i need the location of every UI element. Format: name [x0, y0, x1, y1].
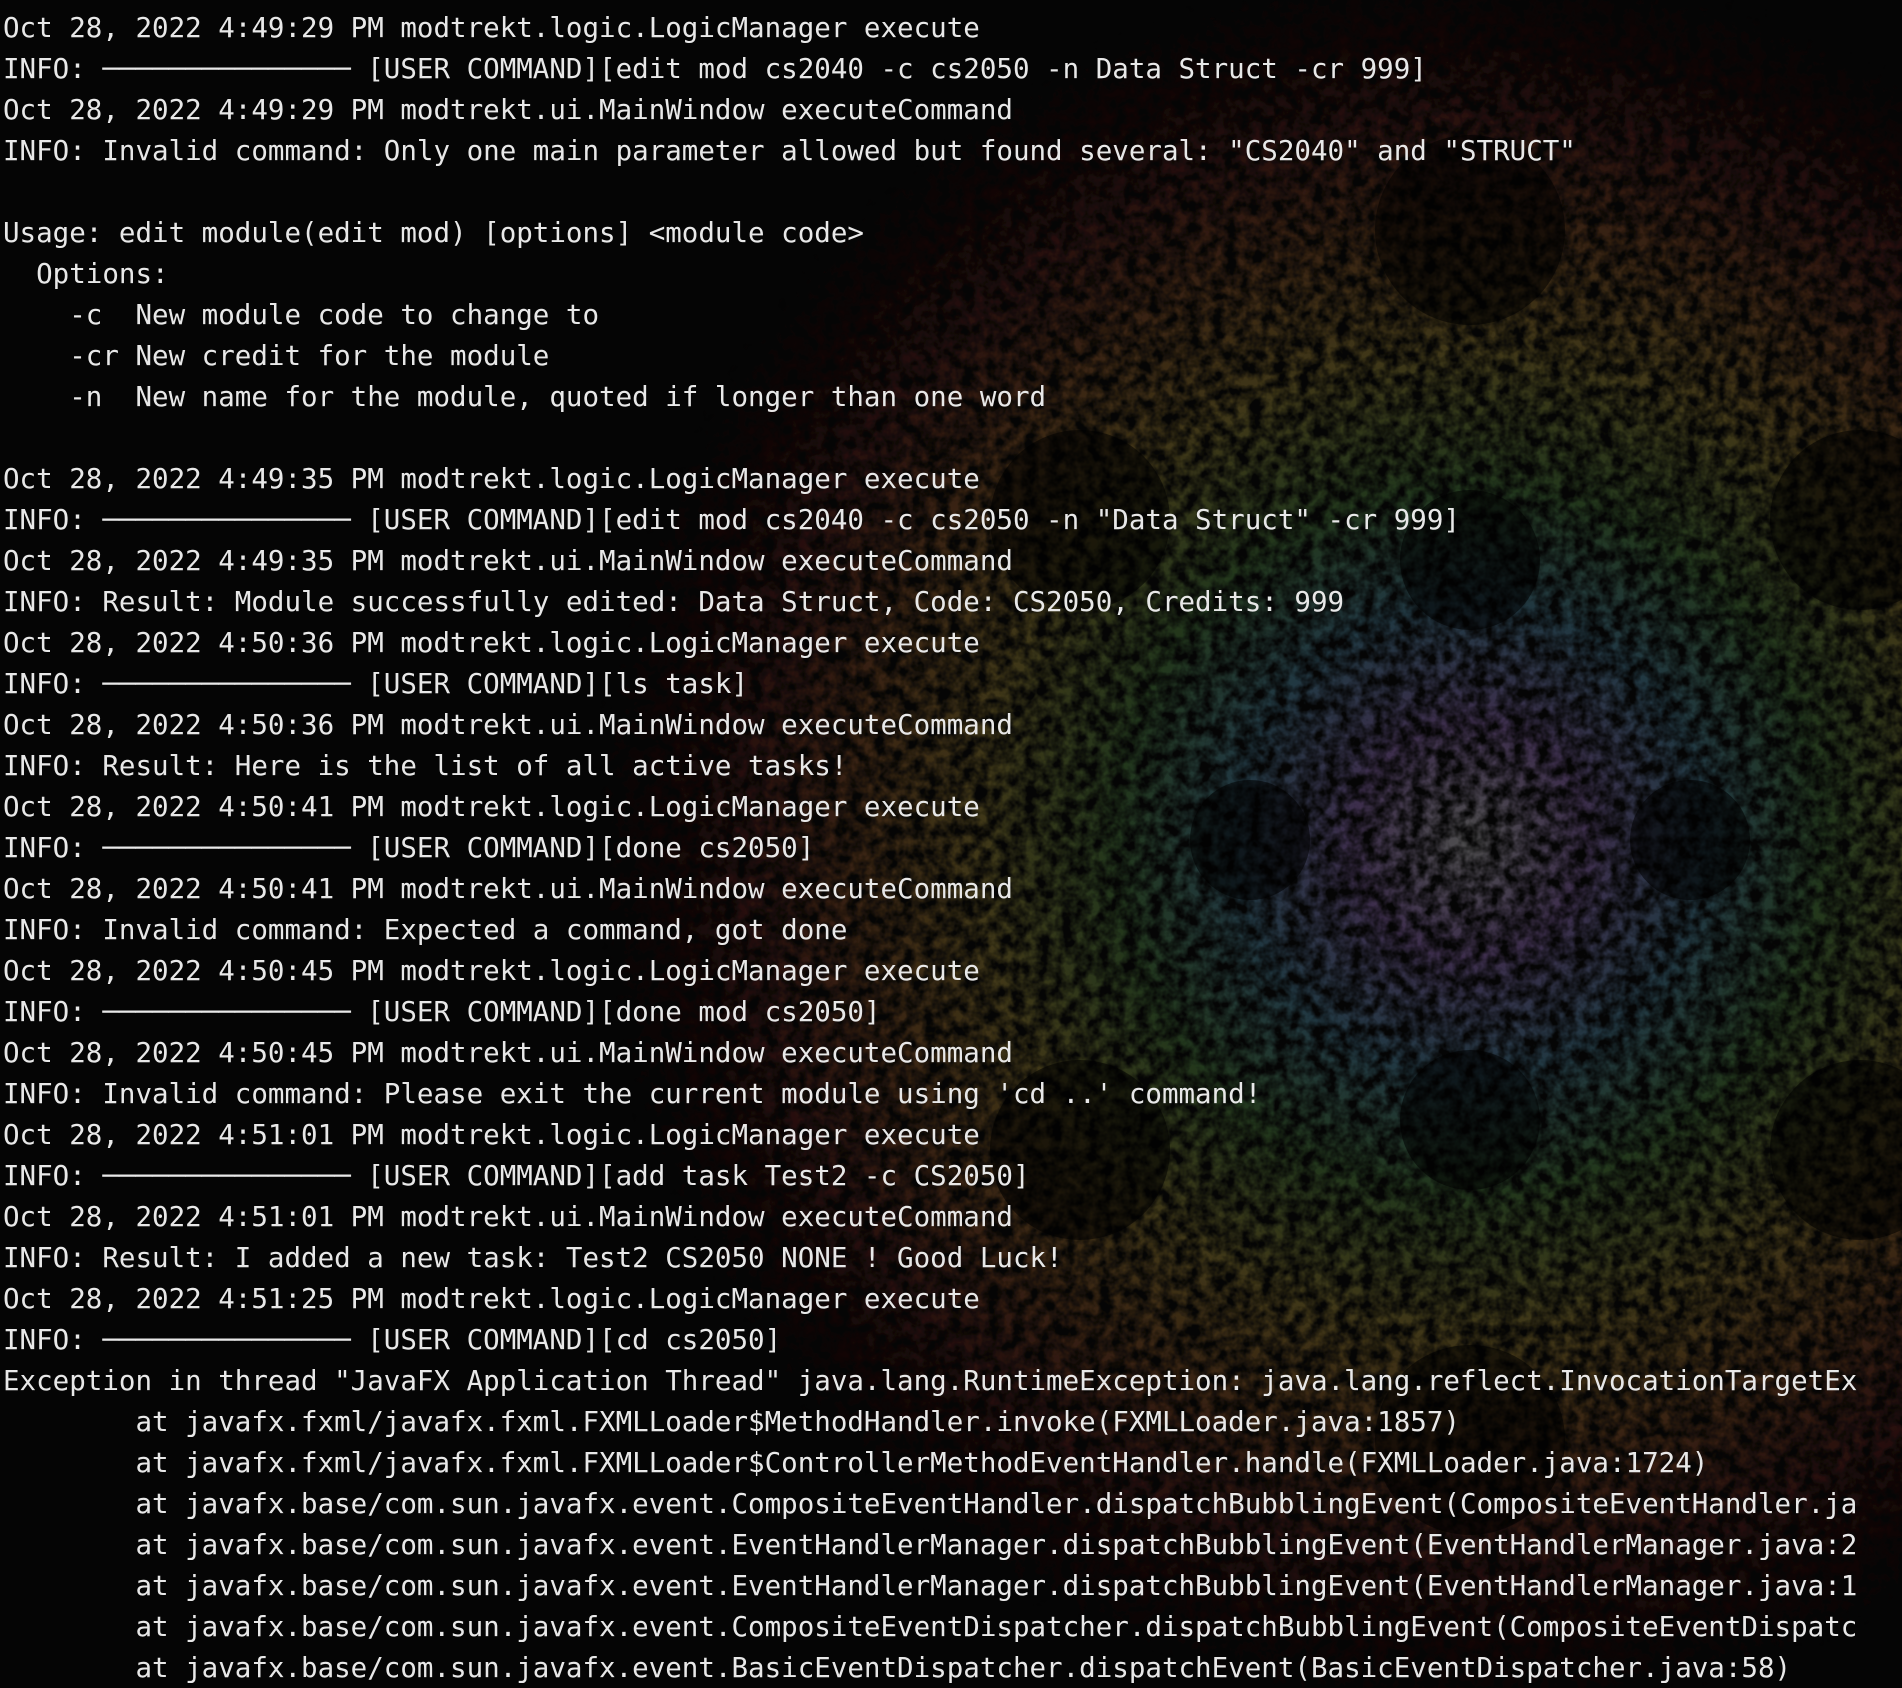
log-output[interactable]: Oct 28, 2022 4:49:29 PM modtrekt.logic.L…: [3, 8, 1902, 1688]
log-line: -cr New credit for the module: [3, 340, 550, 372]
log-line: Oct 28, 2022 4:50:36 PM modtrekt.ui.Main…: [3, 709, 1013, 741]
log-line: at javafx.base/com.sun.javafx.event.Even…: [3, 1570, 1858, 1602]
log-line: Oct 28, 2022 4:49:29 PM modtrekt.ui.Main…: [3, 94, 1013, 126]
log-line: Exception in thread "JavaFX Application …: [3, 1365, 1858, 1397]
log-line: INFO: Result: I added a new task: Test2 …: [3, 1242, 1063, 1274]
log-line: Oct 28, 2022 4:51:01 PM modtrekt.ui.Main…: [3, 1201, 1013, 1233]
log-line: Oct 28, 2022 4:49:35 PM modtrekt.ui.Main…: [3, 545, 1013, 577]
log-line: Oct 28, 2022 4:50:45 PM modtrekt.logic.L…: [3, 955, 980, 987]
terminal-window[interactable]: Oct 28, 2022 4:49:29 PM modtrekt.logic.L…: [0, 0, 1902, 1688]
log-line: Usage: edit module(edit mod) [options] <…: [3, 217, 864, 249]
log-line: Oct 28, 2022 4:51:01 PM modtrekt.logic.L…: [3, 1119, 980, 1151]
log-line: INFO: Invalid command: Only one main par…: [3, 135, 1576, 167]
log-line: at javafx.fxml/javafx.fxml.FXMLLoader$Me…: [3, 1406, 1460, 1438]
log-line: INFO: ─────────────── [USER COMMAND][add…: [3, 1160, 1030, 1192]
log-line: Oct 28, 2022 4:50:36 PM modtrekt.logic.L…: [3, 627, 980, 659]
log-line: at javafx.base/com.sun.javafx.event.Basi…: [3, 1652, 1792, 1684]
log-line: INFO: ─────────────── [USER COMMAND][cd …: [3, 1324, 782, 1356]
log-line: Oct 28, 2022 4:49:29 PM modtrekt.logic.L…: [3, 12, 980, 44]
log-line: at javafx.base/com.sun.javafx.event.Even…: [3, 1529, 1858, 1561]
log-line: Oct 28, 2022 4:50:45 PM modtrekt.ui.Main…: [3, 1037, 1013, 1069]
log-line: -n New name for the module, quoted if lo…: [3, 381, 1047, 413]
log-line: INFO: ─────────────── [USER COMMAND][don…: [3, 832, 815, 864]
log-line: INFO: ─────────────── [USER COMMAND][edi…: [3, 504, 1460, 536]
log-line: INFO: ─────────────── [USER COMMAND][don…: [3, 996, 881, 1028]
log-line: INFO: Invalid command: Please exit the c…: [3, 1078, 1262, 1110]
log-line: Oct 28, 2022 4:50:41 PM modtrekt.ui.Main…: [3, 873, 1013, 905]
log-line: Oct 28, 2022 4:51:25 PM modtrekt.logic.L…: [3, 1283, 980, 1315]
log-line: at javafx.base/com.sun.javafx.event.Comp…: [3, 1488, 1858, 1520]
log-line: INFO: ─────────────── [USER COMMAND][edi…: [3, 53, 1427, 85]
log-line: Options:: [3, 258, 169, 290]
log-line: INFO: Result: Here is the list of all ac…: [3, 750, 848, 782]
log-line: Oct 28, 2022 4:50:41 PM modtrekt.logic.L…: [3, 791, 980, 823]
log-line: -c New module code to change to: [3, 299, 600, 331]
log-line: at javafx.base/com.sun.javafx.event.Comp…: [3, 1611, 1858, 1643]
log-line: INFO: Invalid command: Expected a comman…: [3, 914, 848, 946]
log-line: INFO: Result: Module successfully edited…: [3, 586, 1345, 618]
log-line: INFO: ─────────────── [USER COMMAND][ls …: [3, 668, 749, 700]
log-line: Oct 28, 2022 4:49:35 PM modtrekt.logic.L…: [3, 463, 980, 495]
log-line: at javafx.fxml/javafx.fxml.FXMLLoader$Co…: [3, 1447, 1709, 1479]
